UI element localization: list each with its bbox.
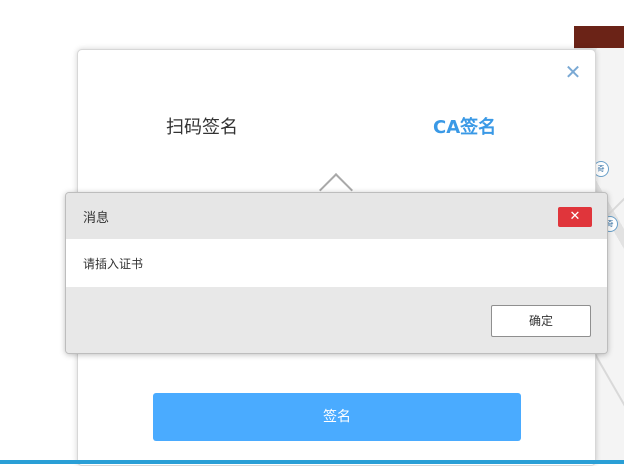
background-header-bar <box>574 26 624 48</box>
message-dialog-body: 请插入证书 <box>66 239 607 287</box>
tab-ca-sign[interactable]: CA签名 <box>433 116 496 140</box>
message-dialog-header: 消息 ✕ <box>66 193 607 239</box>
ok-button[interactable]: 确定 <box>491 305 591 337</box>
tab-scan-sign[interactable]: 扫码签名 <box>166 116 238 140</box>
close-button[interactable]: ✕ <box>558 207 592 227</box>
close-icon[interactable]: ✕ <box>563 62 583 82</box>
message-dialog: 消息 ✕ 请插入证书 确定 <box>65 192 608 354</box>
sign-button[interactable]: 签名 <box>153 393 521 441</box>
message-dialog-title: 消息 <box>83 211 110 226</box>
message-dialog-footer: 确定 <box>66 287 607 353</box>
message-text: 请插入证书 <box>83 257 144 271</box>
bottom-divider <box>0 460 624 464</box>
